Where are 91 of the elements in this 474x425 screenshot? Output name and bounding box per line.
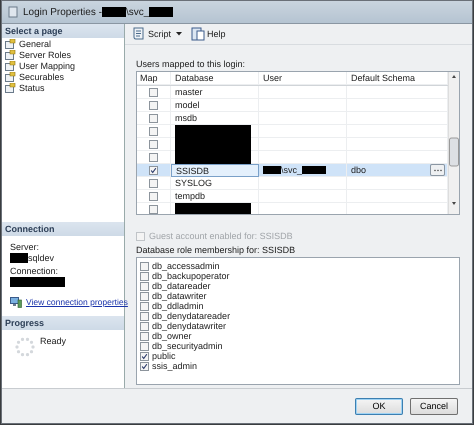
table-row[interactable] [137,138,448,151]
connection-link[interactable]: View connection properties [26,297,128,307]
list-label: Database role membership for: SSISDB [136,245,296,255]
redaction-block [263,166,281,174]
checkbox[interactable] [140,292,149,300]
window-icon [8,6,18,18]
role-label[interactable]: db_denydatareader [152,311,230,321]
page-icon [5,38,16,48]
checkbox[interactable] [140,352,149,360]
column-header[interactable]: Map [137,72,171,85]
checkbox-label: Guest account enabled for: SSISDB [149,231,293,241]
checkbox[interactable] [149,166,158,174]
checkbox[interactable] [149,178,158,188]
column-header[interactable]: User [259,72,347,85]
script-button[interactable]: Script [131,26,172,42]
status-text: Ready [40,336,66,348]
section-header: Connection [2,222,124,236]
field-label: Connection: [10,266,60,276]
column-header[interactable]: Database [171,72,259,85]
checkbox[interactable] [140,362,149,370]
table-row[interactable]: model [137,99,448,112]
caret-icon [176,32,182,36]
role-label[interactable]: db_accessadmin [152,261,220,271]
label-text: \svc_ [281,165,302,175]
ellipsis-icon [432,168,442,172]
role-label[interactable]: db_owner [152,331,192,341]
page-item[interactable]: Status [2,82,124,93]
page-item[interactable]: Securables [2,71,124,82]
redaction-block [10,253,28,263]
label-text: sqldev [28,253,54,263]
checkbox[interactable] [149,204,158,214]
checkbox[interactable] [140,342,149,350]
table-row[interactable]: SYSLOG [137,177,448,190]
checkbox[interactable] [140,262,149,270]
role-label[interactable]: db_backupoperator [152,271,230,281]
role-label[interactable]: db_datareader [152,281,211,291]
help-button[interactable]: Help [190,26,227,42]
role-label[interactable]: db_datawriter [152,291,207,301]
redaction-block [149,7,174,17]
redaction-block [302,166,326,174]
table-row[interactable]: master [137,86,448,99]
computer-icon [10,296,22,308]
checkbox[interactable] [149,152,158,162]
spinner-icon [14,336,36,358]
grid-label: Users mapped to this login: [136,59,246,69]
checkbox[interactable] [140,322,149,330]
label-text: master [175,87,203,97]
role-label[interactable]: db_ddladmin [152,301,204,311]
table-row[interactable] [137,125,448,138]
role-label[interactable]: db_denydatawriter [152,321,226,331]
scrollbar[interactable] [448,72,459,214]
label-text: SSISDB [176,166,210,176]
field-label: Server: [10,242,40,252]
checkbox[interactable] [149,100,158,110]
document-icon [191,27,206,41]
section-header: Progress [2,316,124,330]
checkbox[interactable] [149,88,158,96]
label-text: model [175,100,200,110]
checkbox[interactable] [140,312,149,320]
checkbox[interactable] [149,192,158,200]
checkbox[interactable] [149,126,158,136]
label-text: tempdb [175,191,206,201]
label-text: msdb [175,113,198,123]
page-icon [5,60,16,70]
browse-button[interactable] [430,164,445,176]
section-header: Select a page [2,24,124,38]
scroll-icon [132,27,146,41]
ok-button[interactable]: OK [355,398,403,414]
checkbox[interactable] [149,140,158,148]
page-icon [5,82,16,92]
window-title: \svc_ [126,6,150,18]
checkbox[interactable] [149,114,158,122]
page-item[interactable]: Server Roles [2,49,124,60]
checkbox[interactable] [140,282,149,290]
page-icon [5,50,16,60]
label-text: SYSLOG [175,178,212,188]
redaction-block [102,7,126,17]
window-title: Login Properties - [23,6,102,18]
page-item[interactable]: General [2,38,124,49]
cancel-button[interactable]: Cancel [410,398,458,414]
role-label[interactable]: ssis_admin [152,361,198,371]
checkbox[interactable] [140,272,149,280]
page-item[interactable]: User Mapping [2,60,124,71]
redaction-block [10,277,65,287]
table-row[interactable]: SSISDB \svc_ dbo [137,164,448,177]
role-label[interactable]: db_securityadmin [152,341,223,351]
checkbox[interactable] [140,302,149,310]
role-label[interactable]: public [152,351,176,361]
checkbox[interactable] [140,332,149,340]
page-icon [5,72,16,82]
schema-text: dbo [351,165,366,175]
